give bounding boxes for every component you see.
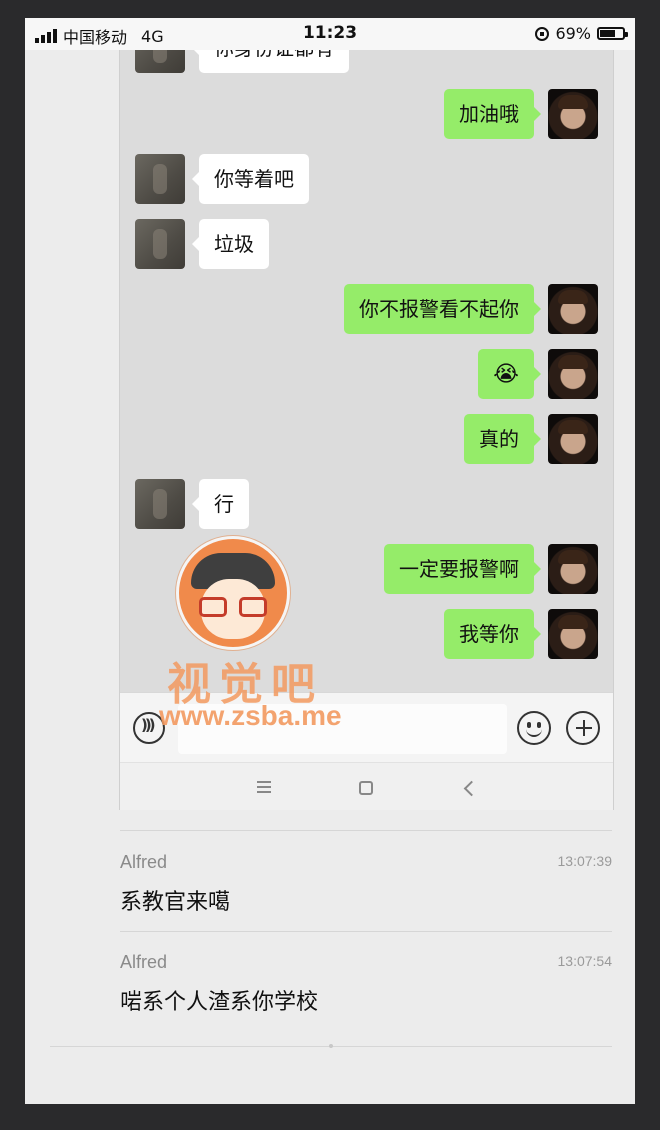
my-avatar[interactable] — [548, 544, 598, 594]
message-row: 加油哦 — [120, 89, 613, 139]
message-row: 垃圾 — [120, 219, 613, 269]
message-bubble-out[interactable]: 😭 — [478, 349, 541, 399]
my-avatar[interactable] — [548, 609, 598, 659]
divider-dot — [329, 1044, 333, 1048]
crying-emoji-icon: 😭 — [493, 362, 519, 387]
message-bubble-in[interactable]: 你身份证都有 — [192, 50, 349, 73]
status-right: 69% — [535, 24, 628, 43]
message-row: 行 — [120, 479, 613, 529]
message-row: 真的 — [120, 414, 613, 464]
message-bubble-out[interactable]: 一定要报警啊 — [384, 544, 541, 594]
my-avatar[interactable] — [548, 414, 598, 464]
message-bubble-out[interactable]: 我等你 — [444, 609, 541, 659]
divider — [120, 931, 612, 932]
comment-text: 啱系个人渣系你学校 — [120, 990, 319, 1015]
watermark-url: www.zsba.me — [159, 700, 342, 731]
battery-icon — [597, 27, 628, 40]
comment-item: Alfred 13:07:54 啱系个人渣系你学校 — [120, 952, 612, 1032]
comment-text: 系教官来噶 — [120, 890, 231, 915]
message-bubble-out[interactable]: 真的 — [464, 414, 541, 464]
message-row: 😭 — [120, 349, 613, 399]
contact-avatar[interactable] — [135, 219, 185, 269]
rotation-lock-icon — [535, 26, 550, 41]
phone-screen: 中国移动 4G 11:23 69% 你身份证都有 加油哦 你等着吧 垃圾 — [25, 18, 635, 1104]
plus-icon[interactable] — [566, 711, 600, 745]
message-row: 你身份证都有 — [120, 50, 613, 73]
my-avatar[interactable] — [548, 89, 598, 139]
android-nav-bar — [120, 762, 613, 810]
message-bubble-in[interactable]: 垃圾 — [192, 219, 269, 269]
comment-item: Alfred 13:07:39 系教官来噶 — [120, 852, 612, 932]
message-row: 你不报警看不起你 — [120, 284, 613, 334]
comment-time: 13:07:39 — [557, 853, 613, 869]
emoji-icon[interactable] — [517, 711, 551, 745]
message-bubble-out[interactable]: 加油哦 — [444, 89, 541, 139]
message-bubble-in[interactable]: 行 — [192, 479, 249, 529]
divider — [120, 830, 612, 831]
battery-percent: 69% — [555, 24, 591, 43]
my-avatar[interactable] — [548, 284, 598, 334]
contact-avatar[interactable] — [135, 479, 185, 529]
contact-avatar[interactable] — [135, 154, 185, 204]
message-bubble-in[interactable]: 你等着吧 — [192, 154, 309, 204]
comment-author[interactable]: Alfred — [120, 852, 167, 873]
contact-avatar[interactable] — [135, 50, 185, 73]
message-row: 你等着吧 — [120, 154, 613, 204]
menu-icon[interactable] — [257, 781, 271, 793]
status-bar: 中国移动 4G 11:23 69% — [25, 18, 635, 50]
comment-author[interactable]: Alfred — [120, 952, 167, 973]
watermark-logo — [176, 536, 290, 650]
comment-time: 13:07:54 — [557, 953, 613, 969]
message-bubble-out[interactable]: 你不报警看不起你 — [344, 284, 541, 334]
my-avatar[interactable] — [548, 349, 598, 399]
home-icon[interactable] — [359, 781, 373, 795]
back-icon[interactable] — [463, 780, 480, 797]
battery-fill — [600, 30, 615, 37]
